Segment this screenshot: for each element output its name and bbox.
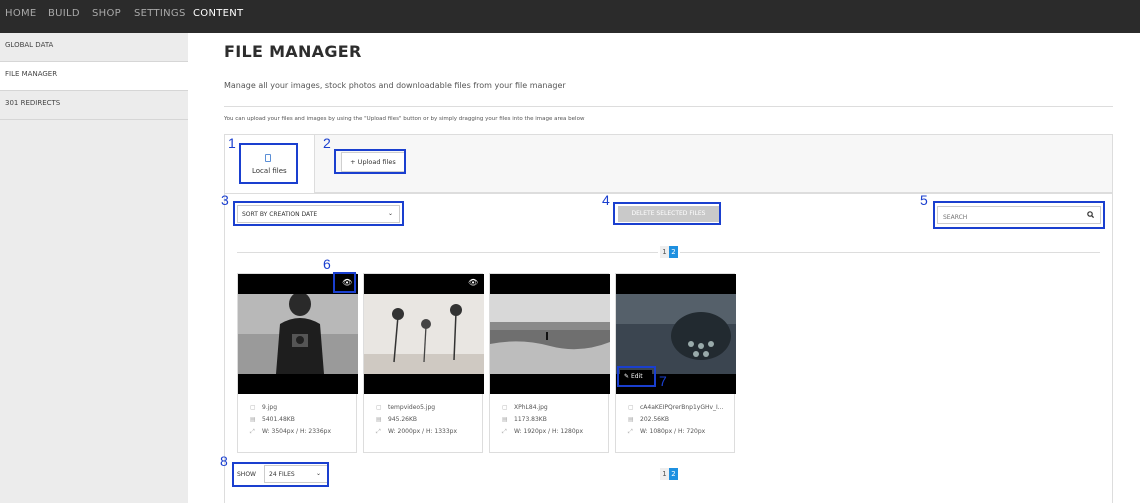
divider — [224, 106, 1113, 107]
file-size: 5401.48KB — [262, 416, 295, 423]
disk-icon: ▤ — [376, 416, 382, 423]
file-icon: ▢ — [628, 404, 634, 411]
file-card[interactable]: ▢ XPhL84.jpg ▤ 1173.83KB ⤢ W: 1920px / H… — [489, 273, 610, 453]
file-name: cA4aKEIPQrerBnp1yGHv_I... — [640, 404, 724, 411]
file-card[interactable]: ▢ cA4aKEIPQrerBnp1yGHv_I... ▤ 202.56KB ⤢… — [615, 273, 736, 453]
callout-number-6: 6 — [323, 256, 331, 272]
page-2-link[interactable]: 2 — [669, 468, 678, 480]
resize-icon: ⤢ — [628, 428, 633, 435]
resize-icon: ⤢ — [376, 428, 381, 435]
file-name: tempvideo5.jpg — [388, 404, 436, 411]
nav-settings[interactable]: SETTINGS — [134, 8, 186, 19]
file-size: 945.26KB — [388, 416, 418, 423]
eye-icon[interactable]: 👁 — [468, 278, 478, 287]
disk-icon: ▤ — [250, 416, 256, 423]
resize-icon: ⤢ — [250, 428, 255, 435]
file-card[interactable]: 👁 ▢ 9.jpg ▤ 5401.48KB ⤢ W: 3504px / H: 2… — [237, 273, 358, 453]
pager-line-right — [680, 252, 1100, 253]
file-name: 9.jpg — [262, 404, 278, 411]
callout-box-3 — [233, 201, 404, 226]
resize-icon: ⤢ — [502, 428, 507, 435]
file-icon: ▢ — [376, 404, 382, 411]
nav-home[interactable]: HOME — [5, 8, 37, 19]
upload-hint: You can upload your files and images by … — [224, 116, 585, 122]
callout-box-1 — [239, 143, 298, 184]
photo-palm-trees — [364, 294, 484, 374]
page-1-link[interactable]: 1 — [660, 246, 669, 258]
file-name: XPhL84.jpg — [514, 404, 548, 411]
disk-icon: ▤ — [628, 416, 634, 423]
callout-number-3: 3 — [221, 192, 229, 208]
file-dimensions: W: 2000px / H: 1333px — [388, 428, 458, 435]
page-2-link[interactable]: 2 — [669, 246, 678, 258]
sidebar-item-file-manager[interactable]: FILE MANAGER — [0, 62, 188, 91]
photo-person-camera — [238, 294, 358, 374]
photo-typewriter — [616, 294, 736, 374]
callout-number-8: 8 — [220, 453, 228, 469]
file-dimensions: W: 1920px / H: 1280px — [514, 428, 584, 435]
callout-number-4: 4 — [602, 192, 610, 208]
disk-icon: ▤ — [502, 416, 508, 423]
top-navbar: HOME BUILD SHOP SETTINGS CONTENT — [0, 0, 1140, 33]
page-subtitle: Manage all your images, stock photos and… — [224, 81, 566, 90]
callout-number-5: 5 — [920, 192, 928, 208]
file-icon: ▢ — [250, 404, 256, 411]
photo-beach-surfer — [490, 294, 610, 374]
pager-line-left — [237, 252, 658, 253]
sidebar-item-301-redirects[interactable]: 301 REDIRECTS — [0, 91, 188, 120]
callout-box-5 — [933, 201, 1105, 229]
nav-build[interactable]: BUILD — [48, 8, 80, 19]
file-card[interactable]: 👁 ▢ tempvideo5.jpg ▤ 945.26KB ⤢ W: 2000p… — [363, 273, 484, 453]
file-icon: ▢ — [502, 404, 508, 411]
file-thumbnail[interactable] — [364, 274, 484, 394]
file-dimensions: W: 1080px / H: 720px — [640, 428, 706, 435]
page-1-link[interactable]: 1 — [660, 468, 669, 480]
file-size: 1173.83KB — [514, 416, 547, 423]
sidebar-item-global-data[interactable]: GLOBAL DATA — [0, 33, 188, 62]
callout-box-7 — [617, 366, 656, 387]
file-thumbnail[interactable] — [490, 274, 610, 394]
callout-number-2: 2 — [323, 135, 331, 151]
nav-content[interactable]: CONTENT — [193, 8, 243, 19]
sidebar: GLOBAL DATA FILE MANAGER 301 REDIRECTS — [0, 33, 188, 503]
callout-box-8 — [232, 462, 329, 487]
callout-number-1: 1 — [228, 135, 236, 151]
callout-box-4 — [613, 202, 721, 225]
callout-number-7: 7 — [659, 373, 667, 389]
file-dimensions: W: 3504px / H: 2336px — [262, 428, 332, 435]
callout-box-2 — [334, 149, 406, 174]
file-size: 202.56KB — [640, 416, 670, 423]
nav-shop[interactable]: SHOP — [92, 8, 121, 19]
callout-box-6 — [333, 272, 356, 293]
page-title: FILE MANAGER — [224, 42, 362, 61]
